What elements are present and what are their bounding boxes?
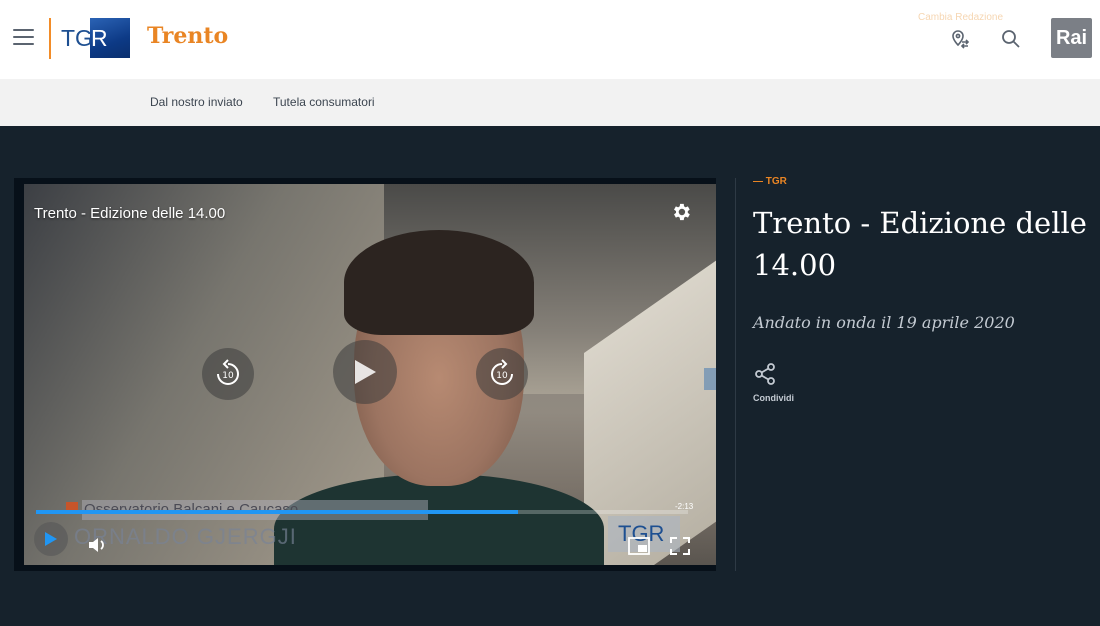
side-badge-icon [704, 368, 716, 390]
progress-bar-fill [36, 510, 519, 514]
header-divider [49, 18, 51, 59]
region-title[interactable]: Trento [147, 23, 228, 49]
picture-in-picture-icon[interactable] [628, 537, 650, 560]
share-label: Condividi [753, 393, 794, 403]
big-play-button[interactable] [333, 340, 397, 404]
change-region-link[interactable]: Cambia Redazione [918, 12, 1003, 23]
fullscreen-icon[interactable] [670, 537, 690, 560]
forward-10-label: 10 [496, 371, 508, 381]
site-header: TG R Trento Cambia Redazione Rai [0, 0, 1100, 79]
menu-icon[interactable] [13, 29, 34, 47]
tgr-logo-left: TG [56, 18, 93, 58]
settings-gear-icon[interactable] [670, 201, 692, 223]
play-button[interactable] [34, 522, 68, 556]
rewind-10-button[interactable]: 10 [202, 348, 254, 400]
remaining-time: -2:13 [675, 502, 694, 511]
subnav-item-dal-nostro-inviato[interactable]: Dal nostro inviato [150, 95, 243, 109]
progress-bar[interactable] [36, 510, 688, 514]
tgr-logo-right: R [90, 18, 130, 58]
share-icon [755, 363, 775, 385]
volume-icon[interactable] [88, 536, 108, 559]
search-icon[interactable] [1000, 28, 1022, 50]
aired-date: Andato in onda il 19 aprile 2020 [753, 313, 1015, 332]
video-title: Trento - Edizione delle 14.00 [34, 205, 226, 222]
speaker-hair [344, 230, 534, 335]
location-swap-icon[interactable] [949, 28, 971, 50]
page-title: Trento - Edizione delle 14.00 [753, 206, 1087, 282]
kicker-label: — TGR [753, 176, 787, 187]
lower-third: Osservatorio Balcani e Caucaso ORNALDO G… [64, 500, 428, 560]
tgr-logo[interactable]: TG R [56, 18, 130, 58]
rewind-10-label: 10 [222, 371, 234, 381]
rai-logo[interactable]: Rai [1051, 18, 1092, 58]
subnav-item-tutela-consumatori[interactable]: Tutela consumatori [273, 95, 375, 109]
share-button[interactable]: Condividi [753, 362, 797, 403]
sub-navigation: Dal nostro inviato Tutela consumatori [0, 79, 1100, 126]
forward-10-button[interactable]: 10 [476, 348, 528, 400]
info-divider [735, 178, 736, 571]
video-player[interactable]: Osservatorio Balcani e Caucaso ORNALDO G… [14, 178, 716, 571]
